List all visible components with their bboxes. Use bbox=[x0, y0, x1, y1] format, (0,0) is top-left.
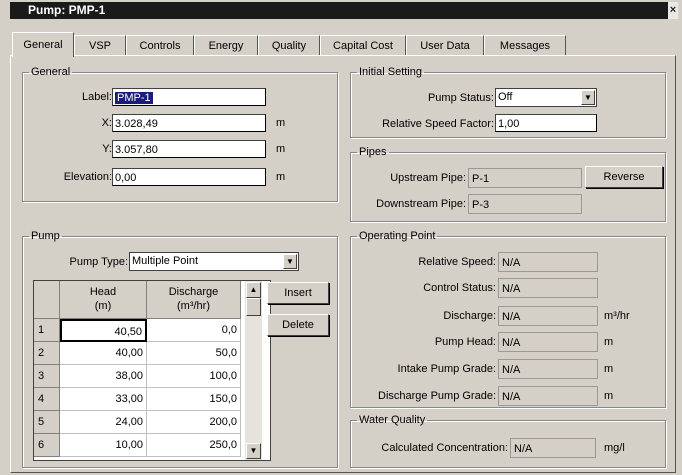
pump-head-unit: m bbox=[604, 336, 614, 348]
head-cell[interactable]: 38,00 bbox=[60, 365, 147, 388]
discharge-unit: m³/hr bbox=[604, 310, 630, 322]
tab-vsp[interactable]: VSP bbox=[74, 35, 126, 56]
control-status-label: Control Status: bbox=[423, 282, 496, 294]
pump-head-value: N/A bbox=[498, 332, 598, 352]
discharge-cell[interactable]: 0,0 bbox=[147, 319, 241, 342]
dropdown-arrow-icon[interactable]: ▼ bbox=[581, 90, 595, 105]
calculated-concentration-value: N/A bbox=[510, 438, 596, 458]
relative-speed-value: N/A bbox=[498, 252, 598, 272]
calculated-concentration-label: Calculated Concentration: bbox=[381, 442, 508, 454]
discharge-pump-grade-unit: m bbox=[604, 390, 614, 402]
relative-speed-label: Relative Speed: bbox=[418, 256, 496, 268]
initial-setting-legend: Initial Setting bbox=[359, 66, 422, 78]
head-cell[interactable]: 10,00 bbox=[60, 434, 147, 457]
discharge-pump-grade-label: Discharge Pump Grade: bbox=[378, 390, 496, 402]
scroll-thumb[interactable] bbox=[246, 298, 261, 316]
pipes-legend: Pipes bbox=[359, 146, 387, 158]
pump-type-select[interactable]: Multiple Point ▼ bbox=[129, 252, 299, 271]
calculated-concentration-unit: mg/l bbox=[604, 442, 625, 454]
elevation-field[interactable]: 0,00 bbox=[112, 168, 266, 186]
pump-head-label: Pump Head: bbox=[434, 336, 496, 348]
row-number: 4 bbox=[34, 388, 60, 411]
elevation-label: Elevation: bbox=[63, 171, 112, 183]
discharge-cell[interactable]: 50,0 bbox=[147, 342, 241, 365]
label-label: Label: bbox=[82, 91, 112, 103]
title-bar: Pump: PMP-1 × bbox=[10, 2, 678, 19]
control-status-value: N/A bbox=[498, 278, 598, 298]
head-column-header: Head (m) bbox=[60, 281, 147, 319]
head-cell[interactable]: 40,50 bbox=[60, 319, 147, 342]
dropdown-arrow-icon[interactable]: ▼ bbox=[283, 254, 297, 269]
pump-status-select[interactable]: Off ▼ bbox=[495, 88, 597, 107]
x-unit: m bbox=[276, 117, 286, 129]
x-field[interactable]: 3.028,49 bbox=[112, 114, 266, 132]
discharge-label: Discharge: bbox=[443, 310, 496, 322]
close-icon[interactable]: × bbox=[668, 2, 678, 19]
table-scrollbar[interactable]: ▲ ▼ bbox=[245, 281, 262, 460]
row-number: 2 bbox=[34, 342, 60, 365]
pump-type-label: Pump Type: bbox=[69, 256, 129, 268]
tab-controls[interactable]: Controls bbox=[126, 35, 194, 56]
discharge-cell[interactable]: 200,0 bbox=[147, 411, 241, 434]
delete-button[interactable]: Delete bbox=[267, 314, 329, 336]
label-field[interactable]: PMP-1 bbox=[112, 88, 266, 106]
general-legend: General bbox=[31, 66, 71, 78]
discharge-pump-grade-value: N/A bbox=[498, 386, 598, 406]
pump-status-label: Pump Status: bbox=[427, 92, 494, 104]
intake-pump-grade-value: N/A bbox=[498, 359, 598, 379]
relative-speed-factor-field[interactable]: 1,00 bbox=[495, 114, 597, 132]
water-quality-legend: Water Quality bbox=[359, 414, 426, 426]
head-cell[interactable]: 40,00 bbox=[60, 342, 147, 365]
tab-general[interactable]: General bbox=[12, 32, 74, 57]
insert-button[interactable]: Insert bbox=[267, 282, 329, 304]
relative-speed-factor-label: Relative Speed Factor: bbox=[382, 118, 494, 130]
water-quality-group: Water Quality bbox=[350, 414, 666, 468]
tab-quality[interactable]: Quality bbox=[258, 35, 320, 56]
y-unit: m bbox=[276, 143, 286, 155]
row-number: 5 bbox=[34, 411, 60, 434]
discharge-cell[interactable]: 150,0 bbox=[147, 388, 241, 411]
tab-messages[interactable]: Messages bbox=[484, 35, 566, 56]
downstream-pipe-label: Downstream Pipe: bbox=[376, 198, 466, 210]
head-cell[interactable]: 24,00 bbox=[60, 411, 147, 434]
window-title: Pump: PMP-1 bbox=[28, 3, 106, 17]
row-number: 6 bbox=[34, 434, 60, 457]
scroll-down-icon[interactable]: ▼ bbox=[246, 443, 261, 459]
y-field[interactable]: 3.057,80 bbox=[112, 140, 266, 158]
operating-point-legend: Operating Point bbox=[359, 230, 436, 242]
downstream-pipe-value: P-3 bbox=[468, 194, 582, 214]
tab-capital-cost[interactable]: Capital Cost bbox=[320, 35, 406, 56]
x-label: X: bbox=[101, 117, 112, 129]
upstream-pipe-label: Upstream Pipe: bbox=[390, 172, 466, 184]
row-number: 3 bbox=[34, 365, 60, 388]
tab-energy[interactable]: Energy bbox=[194, 35, 258, 56]
discharge-column-header: Discharge (m³/hr) bbox=[147, 281, 241, 319]
head-cell[interactable]: 33,00 bbox=[60, 388, 147, 411]
intake-pump-grade-unit: m bbox=[604, 363, 614, 375]
discharge-cell[interactable]: 100,0 bbox=[147, 365, 241, 388]
intake-pump-grade-label: Intake Pump Grade: bbox=[397, 363, 496, 375]
elevation-unit: m bbox=[276, 171, 286, 183]
pump-legend: Pump bbox=[31, 230, 60, 242]
y-label: Y: bbox=[102, 143, 112, 155]
row-header-corner bbox=[34, 281, 60, 319]
row-number: 1 bbox=[34, 319, 60, 342]
upstream-pipe-value: P-1 bbox=[468, 168, 582, 188]
pump-curve-table[interactable]: Head (m) Discharge (m³/hr) 1 40,50 0,0 2 4… bbox=[33, 280, 271, 461]
scroll-up-icon[interactable]: ▲ bbox=[246, 282, 261, 298]
reverse-button[interactable]: Reverse bbox=[585, 166, 663, 188]
discharge-value: N/A bbox=[498, 306, 598, 326]
discharge-cell[interactable]: 250,0 bbox=[147, 434, 241, 457]
tab-user-data[interactable]: User Data bbox=[406, 35, 484, 56]
